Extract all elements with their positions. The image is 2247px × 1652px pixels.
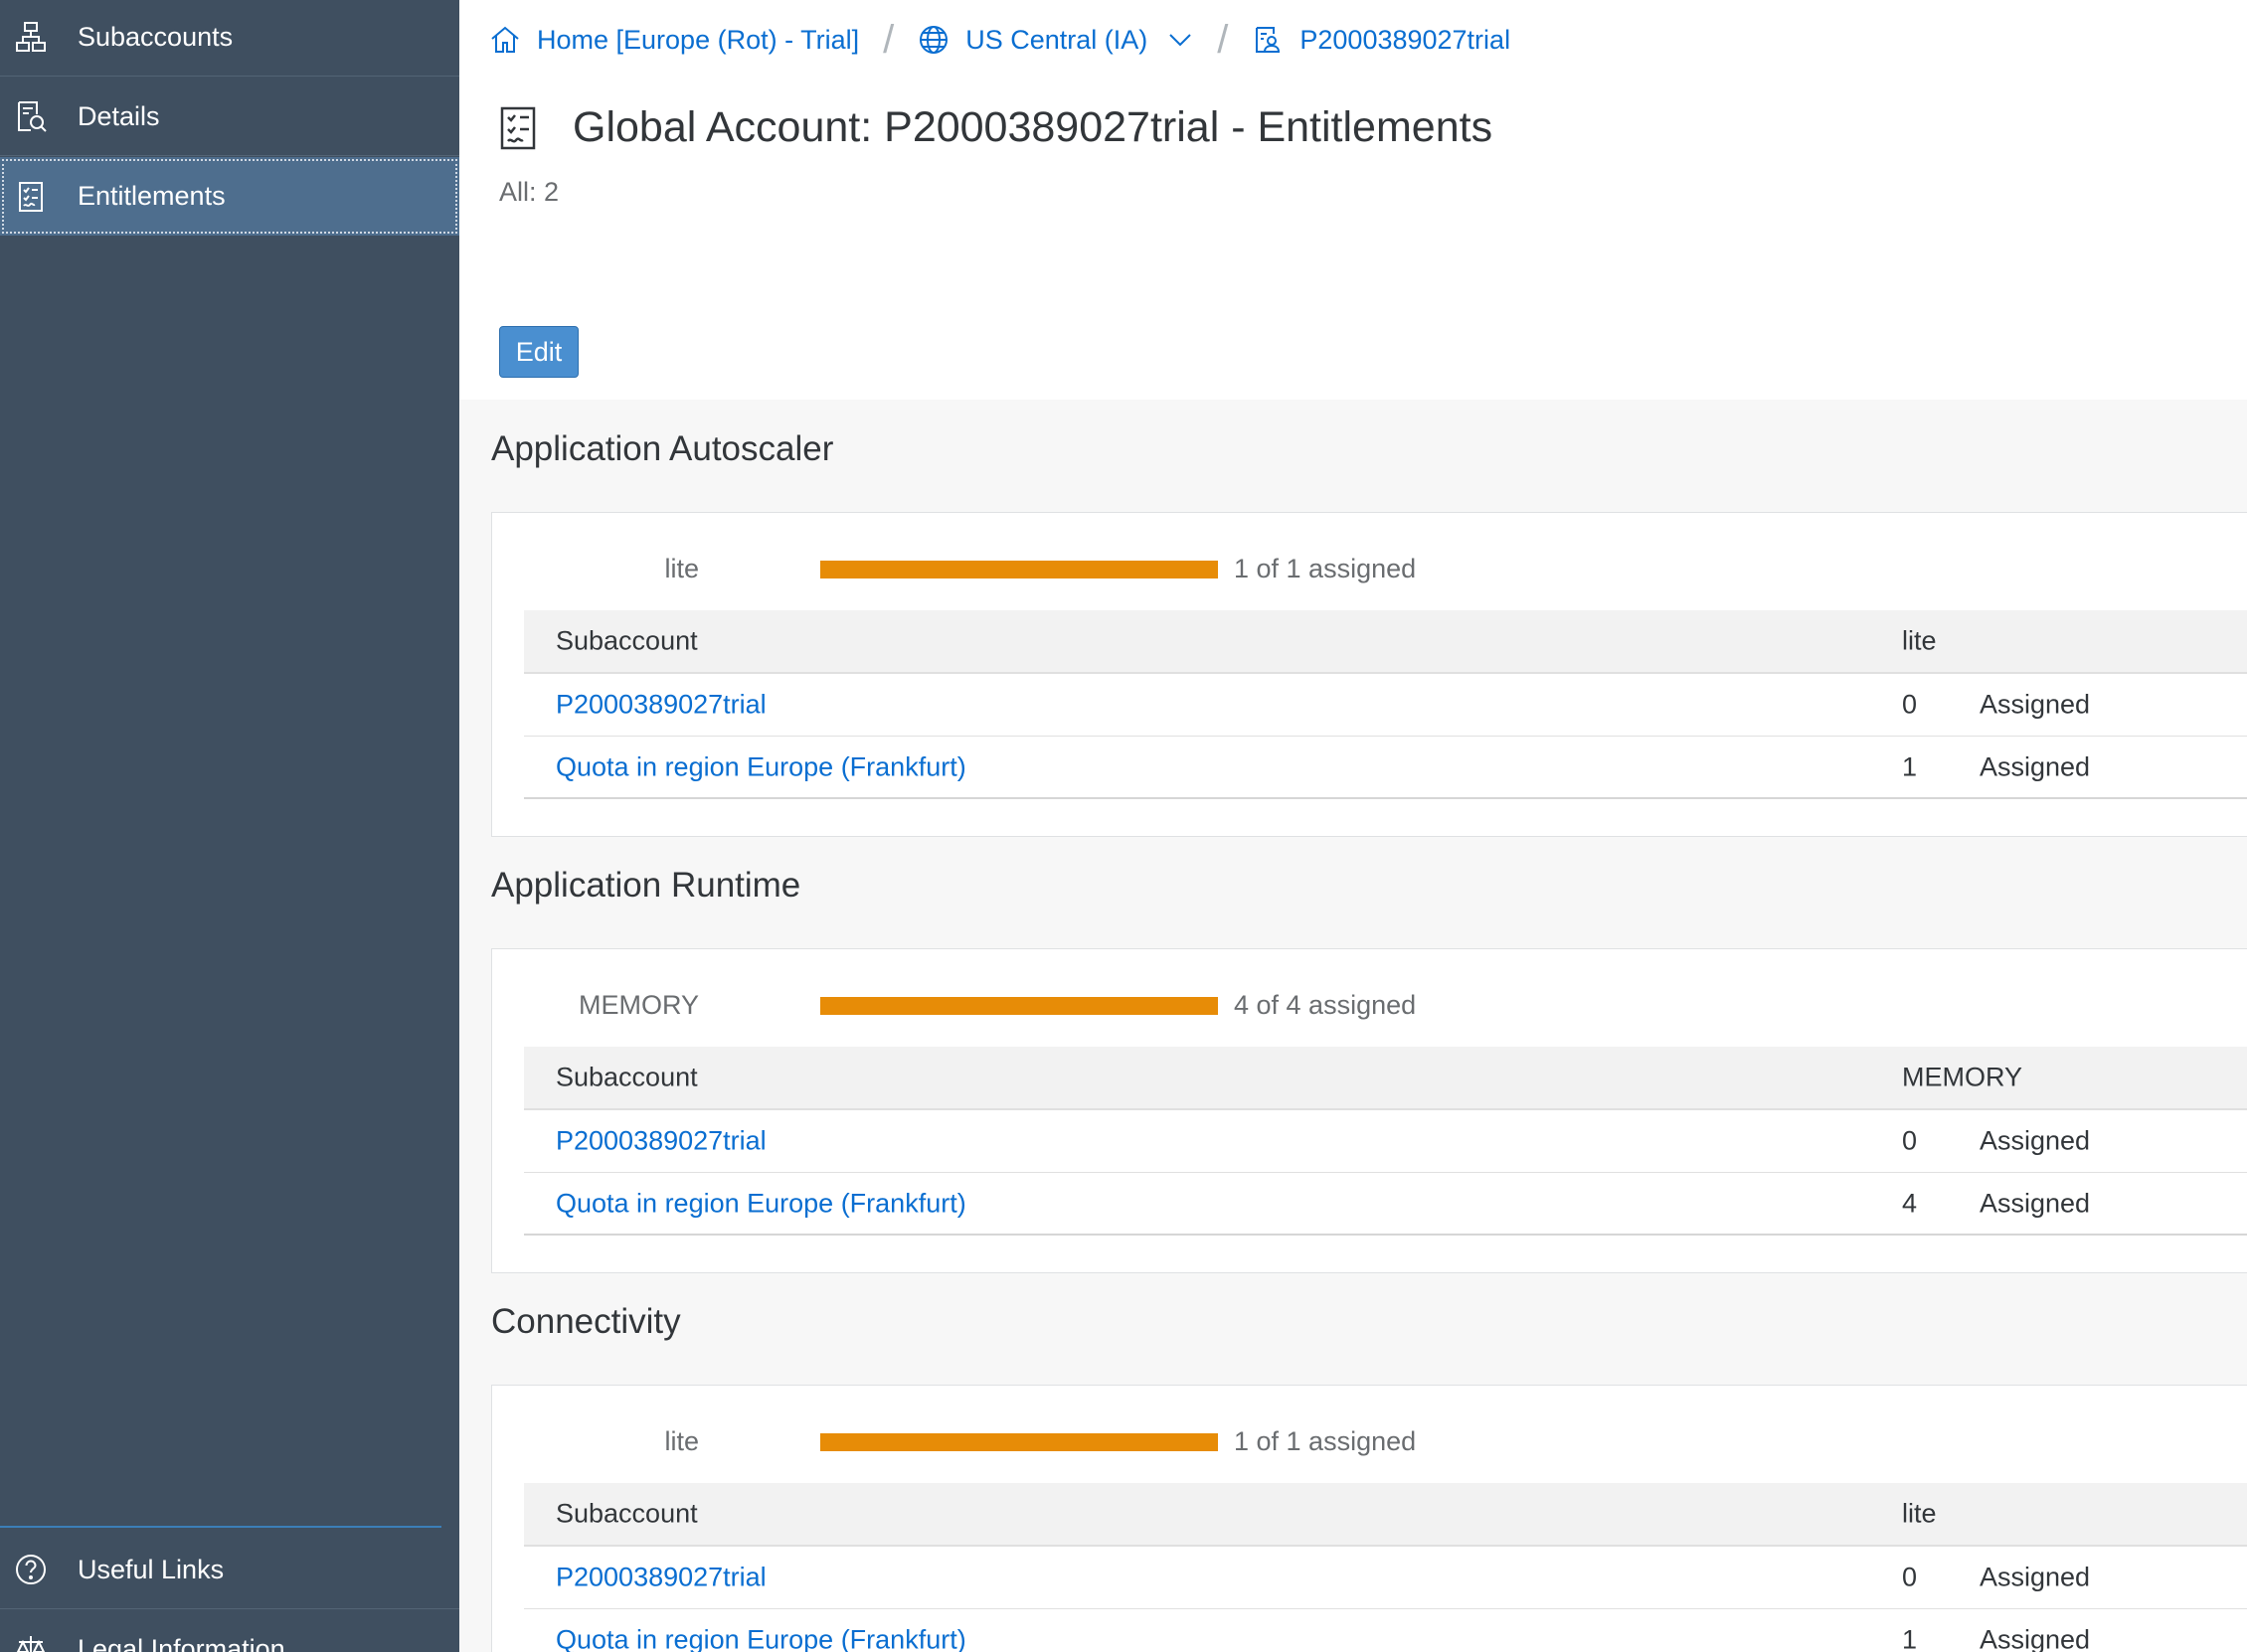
sidebar-item-label: Details (78, 100, 160, 131)
quota-bar-fill (820, 1433, 1218, 1451)
breadcrumb-home-label: Home [Europe (Rot) - Trial] (537, 24, 860, 55)
subaccount-link[interactable]: P2000389027trial (556, 1563, 767, 1593)
entitlement-table: Subaccount lite P2000389027trial 0 Assig… (524, 610, 2247, 799)
sidebar-item-label: Legal Information (78, 1634, 285, 1652)
table-row: P2000389027trial 0 Assigned (524, 1110, 2247, 1173)
entitlement-table: Subaccount lite P2000389027trial 0 Assig… (524, 1483, 2247, 1652)
column-header-plan: lite (1902, 625, 1937, 656)
breadcrumb-account-label: P2000389027trial (1299, 24, 1511, 55)
quota-bar (820, 1433, 1218, 1451)
breadcrumb-region[interactable]: US Central (IA) (918, 24, 1193, 56)
table-row: Quota in region Europe (Frankfurt) 4 Ass… (524, 1173, 2247, 1236)
subaccount-link[interactable]: Quota in region Europe (Frankfurt) (556, 1188, 966, 1219)
breadcrumb: Home [Europe (Rot) - Trial] / US Central… (489, 17, 1510, 62)
checklist-icon (500, 106, 536, 149)
document-search-icon (18, 101, 47, 132)
quota-status: Assigned (1980, 1624, 2091, 1652)
quota-value: 0 (1902, 689, 1918, 720)
entitlement-table: Subaccount MEMORY P2000389027trial 0 Ass… (524, 1047, 2247, 1236)
entitlement-panel: lite 1 of 1 assigned Subaccount lite P20… (491, 512, 2247, 837)
sidebar-item-legal-information[interactable]: Legal Information (0, 1610, 459, 1652)
table-row: Quota in region Europe (Frankfurt) 1 Ass… (524, 1609, 2247, 1652)
quota-status: Assigned (1980, 1562, 2091, 1592)
plan-label: lite (664, 1426, 699, 1456)
section-title: Application Autoscaler (491, 429, 834, 468)
quota-text: 4 of 4 assigned (1234, 990, 1417, 1020)
quota-status: Assigned (1980, 1188, 2091, 1218)
checklist-icon (19, 181, 43, 212)
hierarchy-icon (16, 22, 46, 52)
quota-bar-row: lite 1 of 1 assigned (492, 549, 1486, 588)
subaccount-link[interactable]: P2000389027trial (556, 1126, 767, 1157)
quota-text: 1 of 1 assigned (1234, 1426, 1417, 1456)
page-header: Home [Europe (Rot) - Trial] / US Central… (459, 0, 2247, 400)
question-circle-icon (16, 1555, 46, 1584)
subaccount-link[interactable]: Quota in region Europe (Frankfurt) (556, 751, 966, 782)
breadcrumb-separator: / (1217, 17, 1229, 62)
quota-bar-row: MEMORY 4 of 4 assigned (492, 985, 1486, 1025)
quota-value: 0 (1902, 1125, 1918, 1156)
page-title: Global Account: P2000389027trial - Entit… (573, 103, 1493, 151)
sidebar-item-label: Subaccounts (78, 21, 234, 52)
entitlement-panel: MEMORY 4 of 4 assigned Subaccount MEMORY… (491, 948, 2247, 1273)
sidebar-item-entitlements[interactable]: Entitlements (0, 157, 459, 236)
edit-button[interactable]: Edit (499, 326, 579, 378)
section-title: Connectivity (491, 1302, 681, 1341)
quota-value: 0 (1902, 1562, 1918, 1592)
main-area: Home [Europe (Rot) - Trial] / US Central… (459, 0, 2247, 1652)
globe-icon (920, 26, 949, 54)
quota-bar-row: lite 1 of 1 assigned (492, 1421, 1486, 1461)
quota-bar (820, 561, 1218, 578)
title-row: Global Account: P2000389027trial - Entit… (499, 103, 1492, 152)
sidebar: Subaccounts Details Entitlements Useful … (0, 0, 459, 1652)
home-icon (491, 26, 519, 53)
sidebar-item-label: Useful Links (78, 1554, 225, 1584)
column-header-plan: MEMORY (1902, 1062, 2023, 1092)
scales-icon (16, 1635, 46, 1652)
table-row: P2000389027trial 0 Assigned (524, 674, 2247, 737)
item-count: All: 2 (499, 177, 560, 207)
entitlement-panel: lite 1 of 1 assigned Subaccount lite P20… (491, 1385, 2247, 1652)
entitlements-content: Application Autoscaler lite 1 of 1 assig… (459, 400, 2247, 1652)
column-header-subaccount: Subaccount (556, 625, 698, 656)
plan-label: lite (664, 554, 699, 583)
divider (0, 1526, 441, 1528)
sidebar-item-label: Entitlements (78, 181, 226, 211)
column-header-subaccount: Subaccount (556, 1498, 698, 1529)
quota-value: 1 (1902, 1624, 1918, 1652)
breadcrumb-account[interactable]: P2000389027trial (1252, 24, 1510, 56)
account-document-icon (1256, 27, 1281, 53)
subaccount-link[interactable]: P2000389027trial (556, 690, 767, 721)
table-row: Quota in region Europe (Frankfurt) 1 Ass… (524, 737, 2247, 799)
column-header-subaccount: Subaccount (556, 1062, 698, 1092)
chevron-down-icon[interactable] (1167, 27, 1193, 53)
sidebar-item-details[interactable]: Details (0, 78, 459, 156)
subaccount-link[interactable]: Quota in region Europe (Frankfurt) (556, 1624, 966, 1652)
quota-text: 1 of 1 assigned (1234, 554, 1417, 583)
quota-bar-fill (820, 561, 1218, 578)
quota-status: Assigned (1980, 751, 2091, 781)
sidebar-item-useful-links[interactable]: Useful Links (0, 1531, 459, 1609)
sidebar-item-subaccounts[interactable]: Subaccounts (0, 0, 459, 77)
quota-status: Assigned (1980, 689, 2091, 720)
quota-value: 1 (1902, 751, 1918, 781)
plan-label: MEMORY (578, 990, 699, 1020)
breadcrumb-home[interactable]: Home [Europe (Rot) - Trial] (489, 24, 859, 56)
table-header: Subaccount lite (524, 1483, 2247, 1547)
column-header-plan: lite (1902, 1498, 1937, 1529)
table-header: Subaccount MEMORY (524, 1047, 2247, 1110)
quota-bar-fill (820, 997, 1218, 1015)
table-row: P2000389027trial 0 Assigned (524, 1547, 2247, 1609)
quota-value: 4 (1902, 1188, 1918, 1218)
section-title: Application Runtime (491, 866, 801, 905)
table-header: Subaccount lite (524, 610, 2247, 674)
breadcrumb-region-label: US Central (IA) (965, 24, 1148, 55)
breadcrumb-separator: / (883, 17, 895, 62)
quota-bar (820, 997, 1218, 1015)
quota-status: Assigned (1980, 1125, 2091, 1156)
